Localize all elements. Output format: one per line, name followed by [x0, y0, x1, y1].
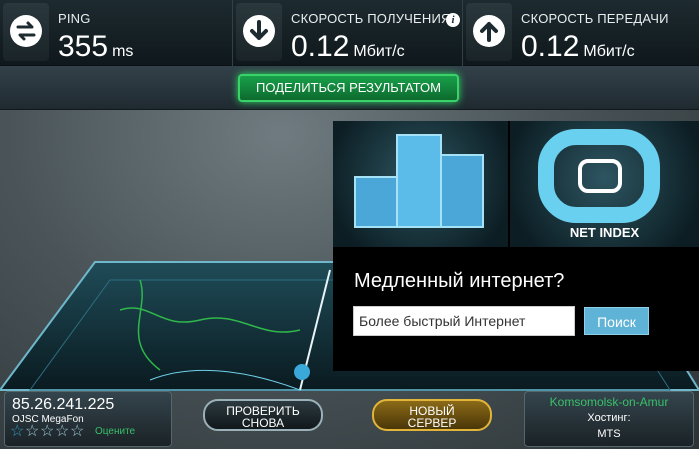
upload-unit: Мбит/с	[583, 43, 635, 60]
host-label: Хостинг:	[587, 412, 631, 424]
star-icon[interactable]: ☆	[55, 424, 70, 440]
swap-arrows-icon	[10, 15, 42, 47]
ping-number: 355	[58, 30, 109, 63]
bar-chart-icon	[354, 134, 484, 228]
ad-panel[interactable]: NET INDEX Медленный интернет? Поиск	[333, 121, 699, 371]
host-name: MTS	[597, 428, 621, 440]
star-icon[interactable]: ☆	[10, 424, 25, 440]
star-icon[interactable]: ☆	[25, 424, 40, 440]
retest-line2: СНОВА	[241, 416, 285, 430]
upload-icon-box	[466, 3, 512, 61]
rating-stars[interactable]: ☆☆☆☆☆	[10, 423, 85, 440]
server-city[interactable]: Komsomolsk-on-Amur	[525, 395, 693, 409]
download-stat: СКОРОСТЬ ПОЛУЧЕНИЯ 0.12 Мбит/с	[232, 0, 462, 66]
download-label: СКОРОСТЬ ПОЛУЧЕНИЯ	[291, 11, 451, 26]
client-info-panel: 85.26.241.225 OJSC MegaFon ☆☆☆☆☆ Оцените	[4, 391, 172, 447]
speedtest-app: PING 355 ms СКОРОСТЬ ПОЛУЧЕНИЯ 0.12 Мбит/с…	[0, 0, 699, 449]
download-number: 0.12	[291, 30, 350, 63]
ping-value: 355 ms	[58, 30, 133, 64]
star-icon[interactable]: ☆	[70, 424, 85, 440]
ping-label: PING	[58, 11, 91, 26]
bottom-bar: 85.26.241.225 OJSC MegaFon ☆☆☆☆☆ Оцените…	[0, 389, 699, 449]
upload-stat: СКОРОСТЬ ПЕРЕДАЧИ 0.12 Мбит/с	[462, 0, 699, 66]
ip-address: 85.26.241.225	[12, 396, 115, 413]
info-icon[interactable]: i	[446, 13, 460, 27]
stats-bar: PING 355 ms СКОРОСТЬ ПОЛУЧЕНИЯ 0.12 Мбит/с…	[0, 0, 699, 66]
upload-label: СКОРОСТЬ ПЕРЕДАЧИ	[521, 11, 669, 26]
download-unit: Мбит/с	[353, 43, 405, 60]
ad-tile-netindex[interactable]: NET INDEX	[510, 121, 699, 247]
upload-value: 0.12 Мбит/с	[521, 30, 635, 64]
new-server-button[interactable]: НОВЫЙ СЕРВЕР	[372, 399, 492, 431]
ping-icon-box	[3, 3, 49, 61]
upload-arrow-icon	[473, 15, 505, 47]
download-arrow-icon	[243, 15, 275, 47]
net-index-label: NET INDEX	[569, 225, 640, 240]
ad-tile-bars[interactable]	[333, 121, 508, 247]
search-button[interactable]: Поиск	[584, 307, 649, 335]
share-result-button[interactable]: ПОДЕЛИТЬСЯ РЕЗУЛЬТАТОМ	[238, 74, 459, 102]
download-value: 0.12 Мбит/с	[291, 30, 405, 64]
upload-number: 0.12	[521, 30, 580, 63]
rate-label[interactable]: Оцените	[95, 426, 135, 437]
download-icon-box	[236, 3, 282, 61]
server-pin-icon	[294, 364, 310, 380]
ping-stat: PING 355 ms	[0, 0, 232, 66]
newserver-line2: СЕРВЕР	[407, 416, 457, 430]
ping-unit: ms	[112, 43, 134, 60]
star-icon[interactable]: ☆	[40, 424, 55, 440]
ad-title: Медленный интернет?	[354, 270, 565, 292]
share-bar: ПОДЕЛИТЬСЯ РЕЗУЛЬТАТОМ	[0, 66, 699, 110]
search-input[interactable]	[353, 306, 575, 336]
server-info-panel: Komsomolsk-on-Amur Хостинг: MTS	[524, 391, 694, 447]
retest-button[interactable]: ПРОВЕРИТЬ СНОВА	[203, 399, 323, 431]
